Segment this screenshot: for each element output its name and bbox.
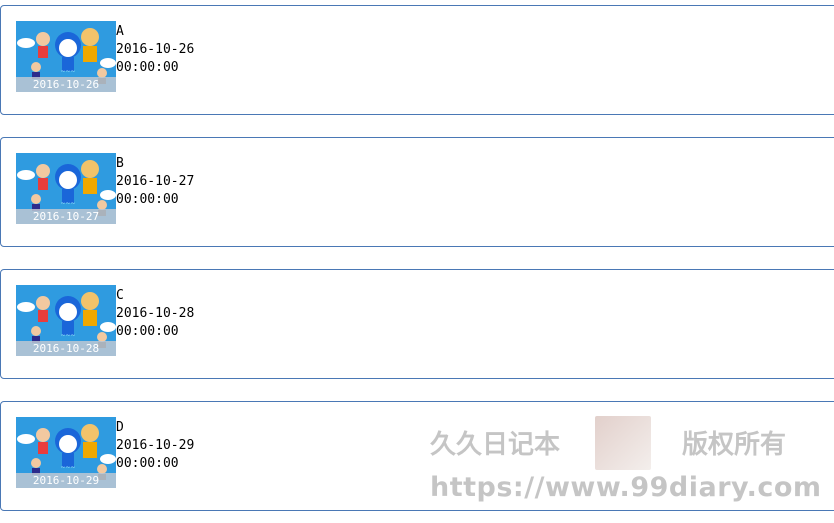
diary-date: 2016-10-26 xyxy=(116,42,195,57)
diary-title[interactable]: B xyxy=(116,155,194,173)
diary-list: ~~~ 2016-10-26 A 2016-10-26 00:00:00 ~~~… xyxy=(0,0,834,523)
diary-info: C 2016-10-28 00:00:00 xyxy=(116,287,194,341)
svg-text:~~~: ~~~ xyxy=(60,200,75,207)
thumbnail-date-caption: 2016-10-29 xyxy=(16,473,116,488)
svg-text:~~~: ~~~ xyxy=(60,464,75,471)
diary-time: 00:00:00 xyxy=(116,324,179,339)
diary-card[interactable]: ~~~ 2016-10-27 B 2016-10-27 00:00:00 xyxy=(0,137,834,247)
diary-date: 2016-10-28 xyxy=(116,306,195,321)
diary-card[interactable]: ~~~ 2016-10-26 A 2016-10-26 00:00:00 xyxy=(0,5,834,115)
diary-time: 00:00:00 xyxy=(116,192,179,207)
diary-time: 00:00:00 xyxy=(116,60,179,75)
thumbnail-date-caption: 2016-10-28 xyxy=(16,341,116,356)
thumbnail-date-caption: 2016-10-26 xyxy=(16,77,116,92)
svg-text:~~~: ~~~ xyxy=(60,332,75,339)
diary-title[interactable]: D xyxy=(116,419,194,437)
thumbnail-date-caption: 2016-10-27 xyxy=(16,209,116,224)
diary-date: 2016-10-29 xyxy=(116,438,195,453)
svg-text:~~~: ~~~ xyxy=(60,68,75,75)
diary-thumbnail[interactable]: ~~~ 2016-10-29 xyxy=(16,417,116,488)
diary-info: B 2016-10-27 00:00:00 xyxy=(116,155,194,209)
diary-time: 00:00:00 xyxy=(116,456,179,471)
diary-date: 2016-10-27 xyxy=(116,174,195,189)
diary-info: A 2016-10-26 00:00:00 xyxy=(116,23,194,77)
diary-card[interactable]: ~~~ 2016-10-29 D 2016-10-29 00:00:00 xyxy=(0,401,834,511)
diary-card[interactable]: ~~~ 2016-10-28 C 2016-10-28 00:00:00 xyxy=(0,269,834,379)
diary-title[interactable]: A xyxy=(116,23,194,41)
diary-info: D 2016-10-29 00:00:00 xyxy=(116,419,194,473)
diary-thumbnail[interactable]: ~~~ 2016-10-27 xyxy=(16,153,116,224)
diary-thumbnail[interactable]: ~~~ 2016-10-26 xyxy=(16,21,116,92)
diary-title[interactable]: C xyxy=(116,287,194,305)
diary-thumbnail[interactable]: ~~~ 2016-10-28 xyxy=(16,285,116,356)
